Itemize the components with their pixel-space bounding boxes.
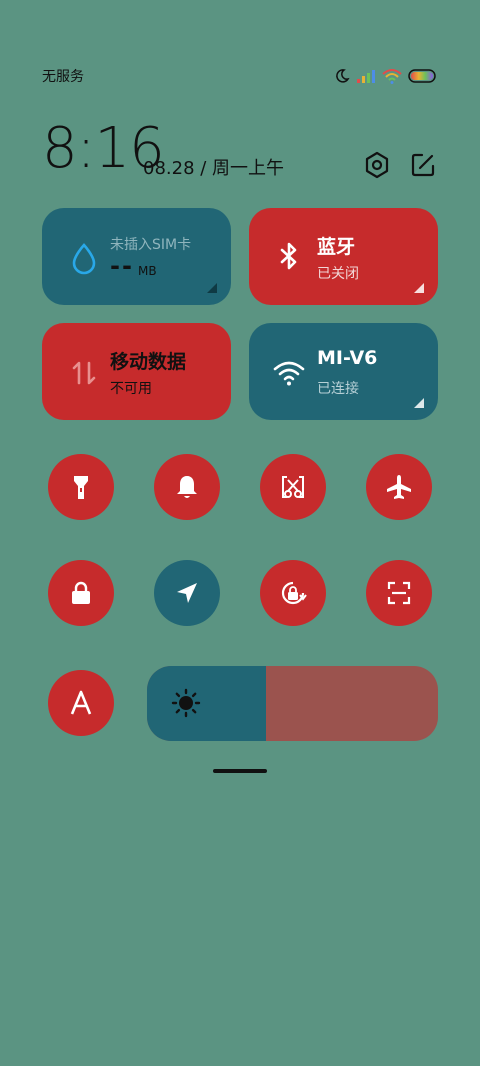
scanner-toggle[interactable] [366,560,432,626]
mobile-data-title: 移动数据 [110,351,187,373]
data-usage-value: -- [110,252,134,280]
edit-icon[interactable] [408,150,438,180]
data-usage-title: 未插入SIM卡 [110,237,192,253]
airplane-mode-toggle[interactable] [366,454,432,520]
screenshot-cut-icon [282,476,304,498]
expand-corner-icon [414,283,424,293]
location-toggle[interactable] [154,560,220,626]
brightness-level-fill [147,666,267,741]
settings-icon[interactable] [362,150,392,180]
bluetooth-title: 蓝牙 [317,236,356,258]
flashlight-icon [74,476,88,499]
bell-icon [177,476,197,498]
mobile-data-status: 不可用 [110,381,152,397]
rotation-lock-icon [281,581,307,605]
brightness-slider[interactable] [147,666,438,741]
status-icons [334,66,438,86]
flashlight-toggle[interactable] [48,454,114,520]
sun-icon [171,688,201,718]
rotation-lock-toggle[interactable] [260,560,326,626]
airplane-icon [387,475,411,499]
wifi-status-icon [382,69,402,84]
carrier-status: 无服务 [42,69,84,85]
expand-corner-icon [414,398,424,408]
wifi-icon [273,361,305,386]
data-usage-tile[interactable]: 未插入SIM卡 -- MB [42,208,231,305]
moon-icon [336,69,350,83]
partial-screenshot-toggle[interactable] [260,454,326,520]
bluetooth-icon [280,242,297,270]
auto-brightness-toggle[interactable] [48,670,114,736]
bluetooth-status: 已关闭 [317,266,359,282]
wifi-network-name: MI-V6 [317,347,378,369]
clock-date: 08.28 / 周一上午 [143,158,285,179]
mobile-data-tile[interactable]: 移动数据 不可用 [42,323,231,420]
battery-icon [408,69,436,83]
water-drop-icon [72,243,96,275]
wifi-status: 已连接 [317,381,359,397]
bluetooth-tile[interactable]: 蓝牙 已关闭 [249,208,438,305]
data-usage-unit: MB [138,264,157,278]
scan-icon [387,581,411,605]
expand-corner-icon [207,283,217,293]
signal-icon [357,70,375,83]
location-icon [177,583,197,603]
ringer-toggle[interactable] [154,454,220,520]
lock-screen-toggle[interactable] [48,560,114,626]
lock-icon [72,581,90,604]
auto-brightness-icon [70,690,92,715]
wifi-tile[interactable]: MI-V6 已连接 [249,323,438,420]
mobile-data-arrows-icon [72,361,96,385]
drag-handle[interactable] [213,769,267,773]
